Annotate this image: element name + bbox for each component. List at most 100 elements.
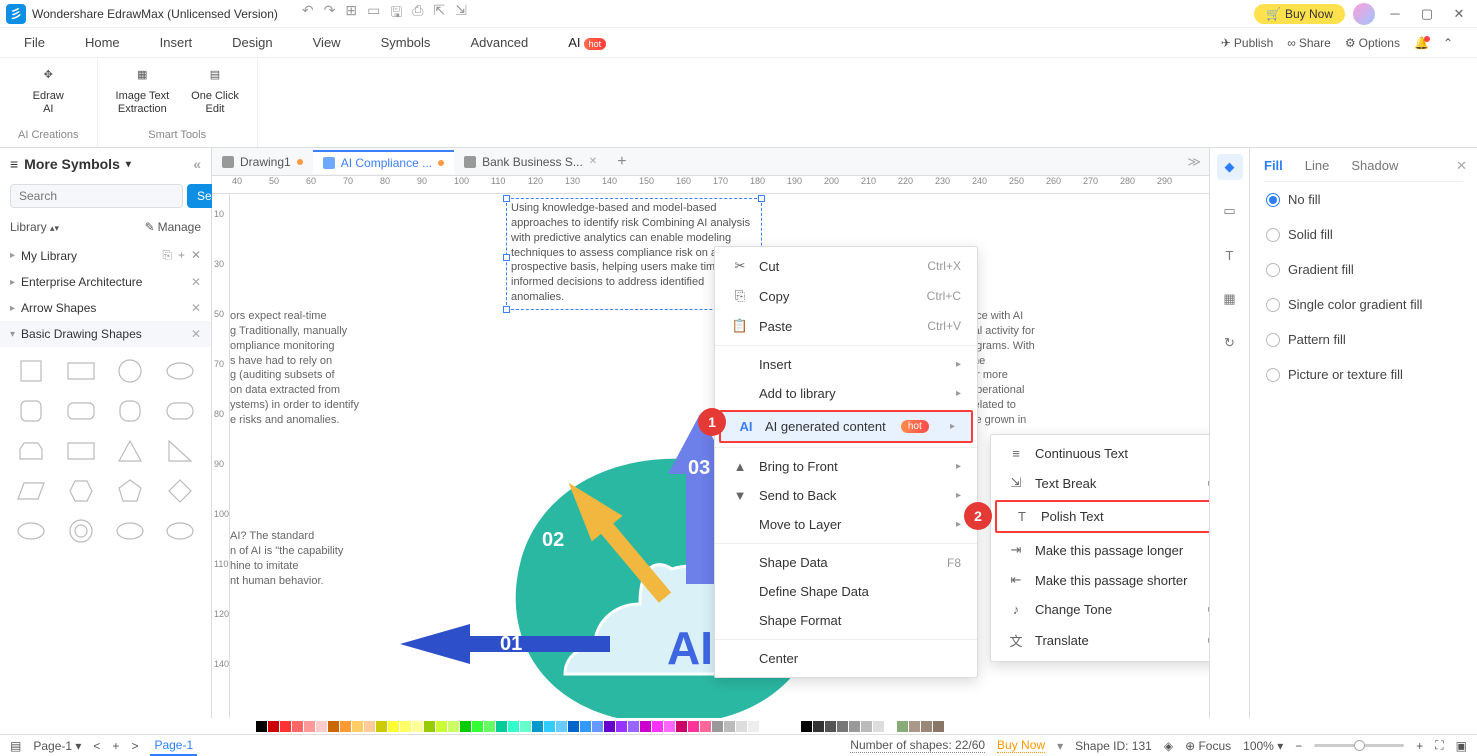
save-icon[interactable]: 🖫	[390, 2, 402, 26]
color-swatch[interactable]	[616, 721, 627, 732]
fill-opt-solid[interactable]: Solid fill	[1264, 217, 1463, 252]
color-swatch[interactable]	[268, 721, 279, 732]
color-swatch[interactable]	[664, 721, 675, 732]
menu-symbols[interactable]: Symbols	[381, 35, 431, 50]
panel-close-icon[interactable]: ✕	[1456, 158, 1467, 174]
text-panel-button[interactable]: T	[1217, 242, 1243, 268]
color-swatch[interactable]	[640, 721, 651, 732]
close-icon[interactable]: ✕	[191, 248, 201, 263]
ctx-bring-front[interactable]: ▲Bring to Front▸	[715, 452, 977, 481]
color-swatch[interactable]	[436, 721, 447, 732]
close-button[interactable]: ✕	[1447, 6, 1471, 22]
color-swatch[interactable]	[256, 721, 267, 732]
buy-now-status[interactable]: Buy Now	[997, 738, 1045, 753]
print-icon[interactable]: ⎙	[412, 2, 423, 26]
color-swatch[interactable]	[580, 721, 591, 732]
ctx-copy[interactable]: ⎘CopyCtrl+C	[715, 281, 977, 311]
manage-button[interactable]: ✎ Manage	[145, 220, 201, 234]
color-swatch[interactable]	[861, 721, 872, 732]
color-swatch[interactable]	[328, 721, 339, 732]
color-swatch[interactable]	[748, 721, 759, 732]
shape-hexagon[interactable]	[60, 475, 102, 507]
color-swatch[interactable]	[400, 721, 411, 732]
menu-advanced[interactable]: Advanced	[470, 35, 528, 50]
fill-panel-button[interactable]: ◆	[1217, 154, 1243, 180]
ctx-ai-generated[interactable]: AIAI generated contenthot▸	[721, 412, 971, 441]
publish-button[interactable]: ✈ Publish	[1221, 36, 1273, 50]
color-swatch[interactable]	[364, 721, 375, 732]
shape-pentagon[interactable]	[110, 475, 152, 507]
color-swatch[interactable]	[292, 721, 303, 732]
add-icon[interactable]: +	[178, 248, 185, 263]
user-avatar[interactable]	[1353, 3, 1375, 25]
color-swatch[interactable]	[909, 721, 920, 732]
shape-square[interactable]	[10, 355, 52, 387]
color-swatch[interactable]	[885, 721, 896, 732]
close-icon[interactable]: ✕	[191, 301, 201, 315]
zoom-out-icon[interactable]: −	[1295, 739, 1302, 753]
color-swatch[interactable]	[412, 721, 423, 732]
color-swatch[interactable]	[484, 721, 495, 732]
history-panel-button[interactable]: ↻	[1217, 330, 1243, 356]
doc-tab-ai-compliance[interactable]: AI Compliance ...	[313, 150, 454, 174]
page-panel-button[interactable]: ▭	[1217, 198, 1243, 224]
menu-design[interactable]: Design	[232, 35, 272, 50]
menu-ai[interactable]: AIhot	[568, 35, 606, 50]
menu-insert[interactable]: Insert	[160, 35, 193, 50]
color-swatch[interactable]	[244, 721, 255, 732]
options-button[interactable]: ⚙ Options	[1345, 36, 1400, 50]
color-swatch[interactable]	[556, 721, 567, 732]
expand-tabs-icon[interactable]: ≫	[1179, 154, 1209, 170]
color-swatch[interactable]	[520, 721, 531, 732]
ctx-paste[interactable]: 📋PasteCtrl+V	[715, 311, 977, 341]
share-button[interactable]: ∞ Share	[1287, 36, 1331, 50]
color-swatch[interactable]	[736, 721, 747, 732]
color-swatch[interactable]	[604, 721, 615, 732]
prev-page-icon[interactable]: <	[93, 739, 100, 753]
shape-roundrect2[interactable]	[159, 395, 201, 427]
color-swatch[interactable]	[724, 721, 735, 732]
page-selector[interactable]: Page-1 ▾	[33, 739, 81, 753]
ctx-insert[interactable]: Insert▸	[715, 350, 977, 379]
page-tab[interactable]: Page-1	[150, 736, 197, 756]
sub-polish-text[interactable]: TPolish Text	[997, 502, 1209, 531]
zoom-in-icon[interactable]: +	[1416, 739, 1423, 753]
zoom-slider[interactable]	[1314, 744, 1404, 747]
shape-roundsq2[interactable]	[110, 395, 152, 427]
doc-tab-bank[interactable]: Bank Business S...✕	[454, 151, 607, 173]
next-page-icon[interactable]: >	[131, 739, 138, 753]
redo-icon[interactable]: ↷	[324, 2, 336, 26]
color-swatch[interactable]	[712, 721, 723, 732]
color-swatch[interactable]	[837, 721, 848, 732]
more-symbols-header[interactable]: ≡ More Symbols▾«	[0, 148, 211, 180]
sub-text-break[interactable]: ⇲Text Break▸	[991, 468, 1209, 498]
canvas-body[interactable]: 103050708090100110120140 AI 01 02	[212, 194, 1209, 718]
color-swatch[interactable]	[628, 721, 639, 732]
copy-icon[interactable]: ⎘	[162, 248, 172, 263]
color-swatch[interactable]	[424, 721, 435, 732]
export-icon[interactable]: ⇱	[433, 2, 445, 26]
image-text-extraction-button[interactable]: ▦Image Text Extraction	[116, 64, 170, 116]
fill-opt-pattern[interactable]: Pattern fill	[1264, 322, 1463, 357]
tab-close-icon[interactable]: ✕	[589, 156, 597, 167]
collapse-ribbon-button[interactable]: ⌃	[1443, 36, 1453, 50]
color-swatch[interactable]	[508, 721, 519, 732]
fill-opt-nofill[interactable]: No fill	[1264, 182, 1463, 217]
color-swatch[interactable]	[849, 721, 860, 732]
ctx-center[interactable]: Center	[715, 644, 977, 673]
ctx-shape-data[interactable]: Shape DataF8	[715, 548, 977, 577]
color-swatch[interactable]	[676, 721, 687, 732]
sidebar-cat-basic[interactable]: ▾Basic Drawing Shapes✕	[0, 321, 211, 347]
shape-diamond[interactable]	[159, 475, 201, 507]
new-icon[interactable]: ⊞	[345, 2, 357, 26]
sidebar-cat-my-library[interactable]: ▸My Library⎘+✕	[0, 242, 211, 269]
menu-view[interactable]: View	[313, 35, 341, 50]
color-swatch[interactable]	[304, 721, 315, 732]
layer-panel-button[interactable]: ▦	[1217, 286, 1243, 312]
color-swatch[interactable]	[280, 721, 291, 732]
sub-make-shorter[interactable]: ⇤Make this passage shorter	[991, 565, 1209, 595]
shape-oval2[interactable]	[110, 515, 152, 547]
fullscreen-icon[interactable]: ▣	[1456, 739, 1467, 753]
shape-oval3[interactable]	[159, 515, 201, 547]
add-tab-button[interactable]: +	[607, 153, 636, 171]
